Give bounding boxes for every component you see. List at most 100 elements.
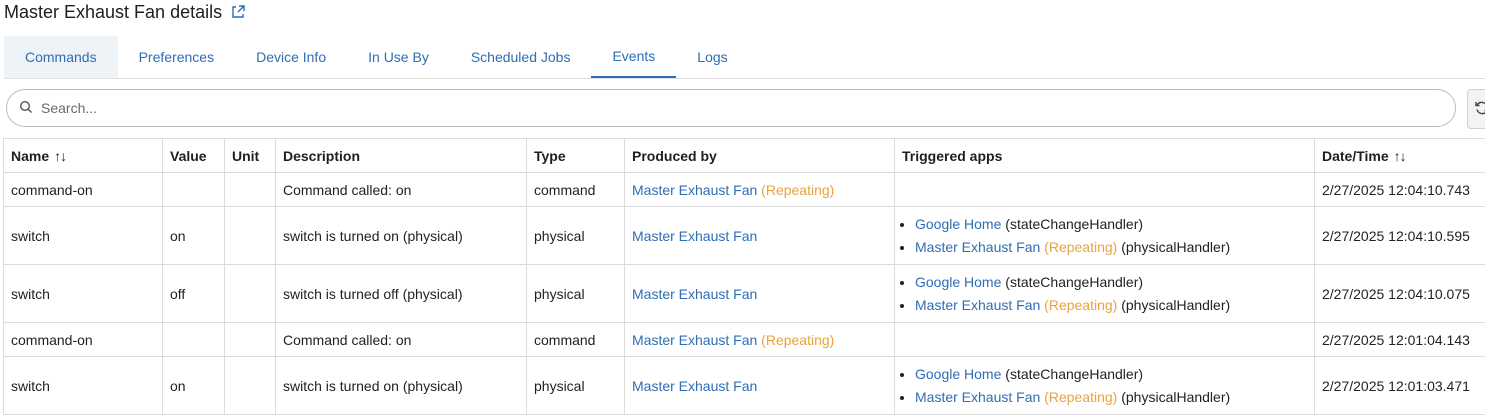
tab-bar: Commands Preferences Device Info In Use …	[4, 36, 1485, 79]
cell-type: physical	[526, 206, 625, 265]
cell-description: Command called: on	[275, 172, 527, 207]
cell-unit	[224, 356, 276, 415]
cell-unit	[224, 206, 276, 265]
app-link[interactable]: Master Exhaust Fan	[915, 297, 1040, 313]
cell-name: command-on	[3, 172, 163, 207]
tab-commands[interactable]: Commands	[4, 36, 118, 78]
cell-produced-by: Master Exhaust Fan (Repeating)	[624, 172, 895, 207]
cell-value	[162, 172, 225, 207]
cell-produced-by: Master Exhaust Fan	[624, 264, 895, 323]
cell-triggered-apps: Google Home (stateChangeHandler) Master …	[894, 264, 1315, 323]
list-item: Google Home (stateChangeHandler)	[915, 363, 1307, 386]
cell-type: command	[526, 322, 625, 357]
table-row: command-on Command called: on command Ma…	[3, 322, 1485, 357]
device-link[interactable]: Master Exhaust Fan	[632, 332, 757, 348]
device-link[interactable]: Master Exhaust Fan	[632, 228, 757, 244]
col-header-datetime[interactable]: Date/Time ↑↓	[1314, 138, 1485, 173]
cell-name: switch	[3, 264, 163, 323]
cell-produced-by: Master Exhaust Fan (Repeating)	[624, 322, 895, 357]
cell-value: on	[162, 356, 225, 415]
app-link[interactable]: Google Home	[915, 274, 1001, 290]
app-link[interactable]: Master Exhaust Fan	[915, 389, 1040, 405]
col-header-value: Value	[162, 138, 225, 173]
handler-text: (stateChangeHandler)	[1005, 273, 1144, 290]
cell-datetime: 2/27/2025 12:01:04.143	[1314, 322, 1485, 357]
events-table: Name ↑↓ Value Unit Description Type Produ…	[3, 138, 1485, 415]
refresh-icon	[1474, 100, 1485, 119]
tab-device-info[interactable]: Device Info	[235, 36, 347, 78]
device-link[interactable]: Master Exhaust Fan	[632, 378, 757, 394]
handler-text: (physicalHandler)	[1121, 388, 1231, 405]
cell-triggered-apps	[894, 322, 1315, 357]
cell-datetime: 2/27/2025 12:04:10.595	[1314, 206, 1485, 265]
cell-type: physical	[526, 264, 625, 323]
repeating-tag: (Repeating)	[761, 181, 835, 198]
col-header-triggered-apps: Triggered apps	[894, 138, 1315, 173]
col-header-unit: Unit	[224, 138, 276, 173]
app-link[interactable]: Master Exhaust Fan	[915, 239, 1040, 255]
cell-unit	[224, 172, 276, 207]
col-header-produced-by: Produced by	[624, 138, 895, 173]
external-link-icon[interactable]	[230, 4, 246, 20]
table-row: switch on switch is turned on (physical)…	[3, 356, 1485, 415]
tab-scheduled-jobs[interactable]: Scheduled Jobs	[450, 36, 592, 78]
title-row: Master Exhaust Fan details	[4, 0, 246, 24]
cell-name: switch	[3, 356, 163, 415]
triggered-apps-list: Google Home (stateChangeHandler) Master …	[902, 271, 1307, 317]
col-header-description: Description	[275, 138, 527, 173]
cell-datetime: 2/27/2025 12:04:10.743	[1314, 172, 1485, 207]
handler-text: (stateChangeHandler)	[1005, 215, 1144, 232]
repeating-tag: (Repeating)	[1044, 238, 1118, 255]
cell-datetime: 2/27/2025 12:04:10.075	[1314, 264, 1485, 323]
tab-preferences[interactable]: Preferences	[118, 36, 235, 78]
col-header-name[interactable]: Name ↑↓	[3, 138, 163, 173]
page-title: Master Exhaust Fan details	[4, 1, 223, 22]
cell-description: switch is turned on (physical)	[275, 206, 527, 265]
search-icon	[19, 100, 33, 117]
cell-value	[162, 322, 225, 357]
repeating-tag: (Repeating)	[761, 331, 835, 348]
repeating-tag: (Repeating)	[1044, 388, 1118, 405]
cell-description: switch is turned on (physical)	[275, 356, 527, 415]
triggered-apps-list: Google Home (stateChangeHandler) Master …	[902, 363, 1307, 409]
cell-value: on	[162, 206, 225, 265]
refresh-button[interactable]	[1467, 89, 1485, 129]
app-link[interactable]: Google Home	[915, 366, 1001, 382]
repeating-tag: (Repeating)	[1044, 296, 1118, 313]
handler-text: (physicalHandler)	[1121, 296, 1231, 313]
table-row: switch off switch is turned off (physica…	[3, 264, 1485, 323]
tab-in-use-by[interactable]: In Use By	[347, 36, 450, 78]
table-header-row: Name ↑↓ Value Unit Description Type Produ…	[3, 138, 1485, 173]
list-item: Google Home (stateChangeHandler)	[915, 271, 1307, 294]
cell-type: physical	[526, 356, 625, 415]
app-link[interactable]: Google Home	[915, 216, 1001, 232]
device-link[interactable]: Master Exhaust Fan	[632, 182, 757, 198]
list-item: Master Exhaust Fan (Repeating) (physical…	[915, 294, 1307, 317]
handler-text: (stateChangeHandler)	[1005, 365, 1144, 382]
search-box	[6, 89, 1456, 127]
cell-unit	[224, 322, 276, 357]
device-link[interactable]: Master Exhaust Fan	[632, 286, 757, 302]
col-header-type: Type	[526, 138, 625, 173]
cell-description: switch is turned off (physical)	[275, 264, 527, 323]
sort-icon[interactable]: ↑↓	[1394, 148, 1407, 164]
cell-triggered-apps: Google Home (stateChangeHandler) Master …	[894, 206, 1315, 265]
sort-icon[interactable]: ↑↓	[54, 148, 67, 164]
cell-type: command	[526, 172, 625, 207]
cell-name: switch	[3, 206, 163, 265]
handler-text: (physicalHandler)	[1121, 238, 1231, 255]
cell-produced-by: Master Exhaust Fan	[624, 206, 895, 265]
list-item: Google Home (stateChangeHandler)	[915, 213, 1307, 236]
cell-triggered-apps: Google Home (stateChangeHandler) Master …	[894, 356, 1315, 415]
search-input[interactable]	[39, 99, 1455, 117]
tab-logs[interactable]: Logs	[676, 36, 748, 78]
tab-events[interactable]: Events	[591, 36, 677, 78]
table-row: command-on Command called: on command Ma…	[3, 172, 1485, 207]
list-item: Master Exhaust Fan (Repeating) (physical…	[915, 236, 1307, 259]
cell-name: command-on	[3, 322, 163, 357]
cell-datetime: 2/27/2025 12:01:03.471	[1314, 356, 1485, 415]
cell-description: Command called: on	[275, 322, 527, 357]
cell-value: off	[162, 264, 225, 323]
table-row: switch on switch is turned on (physical)…	[3, 206, 1485, 265]
list-item: Master Exhaust Fan (Repeating) (physical…	[915, 386, 1307, 409]
